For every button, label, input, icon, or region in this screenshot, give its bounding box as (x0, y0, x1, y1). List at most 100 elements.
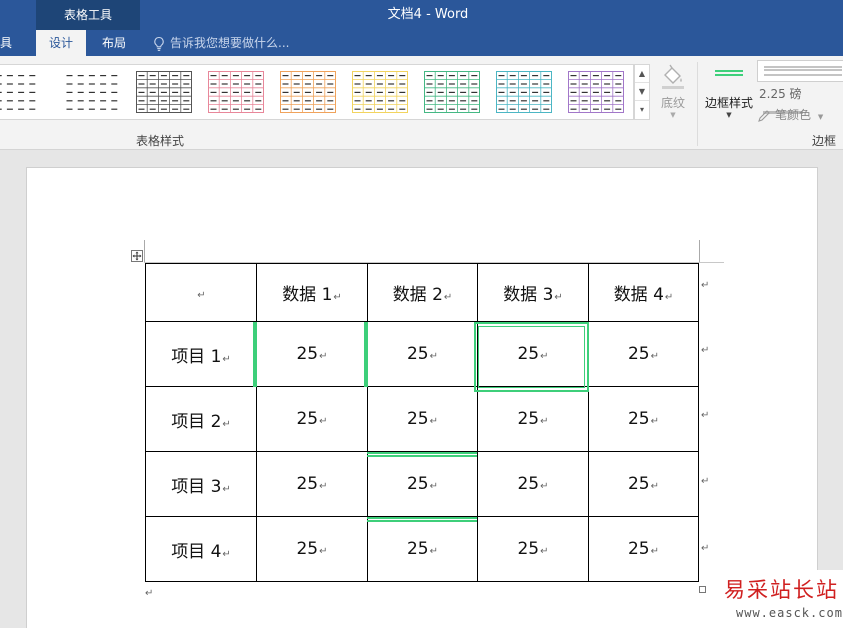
table-move-handle[interactable] (131, 250, 143, 262)
paragraph-mark: ↵ (145, 588, 154, 599)
table-cell[interactable]: 25↵ (588, 386, 699, 452)
watermark-url: www.easck.com (736, 606, 843, 620)
table-cell[interactable]: 25↵ (367, 386, 478, 452)
table-style-thumbnail-icon (208, 71, 264, 113)
table-style-option[interactable] (136, 71, 192, 113)
table-header-cell[interactable]: 数据 1↵ (256, 263, 368, 322)
document-page[interactable]: ↵ 数据 1↵ 数据 2↵ 数据 3↵ 数据 4↵ 项目 1↵ 25↵ 25↵ … (26, 167, 818, 628)
watermark-title: 易采站长站 (724, 578, 839, 602)
table-style-option[interactable] (496, 71, 552, 113)
move-arrows-icon (132, 251, 142, 261)
margin-marker (699, 240, 700, 262)
table-row: 项目 2↵ 25↵ 25↵ 25↵ 25↵ (145, 386, 699, 452)
table-cell[interactable]: 25↵ (256, 451, 368, 517)
ribbon-tab-row: 工具 设计 布局 告诉我您想要做什么... (0, 30, 843, 56)
row-end-mark: ↵ (701, 280, 710, 291)
table-tools-context-label: 表格工具 (36, 0, 140, 30)
table-cell[interactable]: 25↵ (588, 451, 699, 517)
row-end-mark: ↵ (701, 476, 710, 487)
table-style-thumbnail-icon (66, 74, 118, 110)
table-header-cell[interactable]: 数据 3↵ (477, 263, 589, 322)
green-double-border (364, 322, 368, 387)
table-cell[interactable]: 25↵ (588, 321, 699, 387)
table-cell[interactable]: 25↵ (256, 516, 368, 582)
pen-color-button[interactable]: 笔颜色 ▼ (757, 106, 843, 124)
chevron-down-icon: ▼ (726, 111, 732, 119)
table-header-cell[interactable]: ↵ (145, 263, 257, 322)
tab-tools-partial[interactable]: 工具 (0, 30, 24, 56)
table-cell[interactable]: 25↵ (256, 321, 368, 387)
pen-color-label: 笔颜色 (775, 108, 812, 122)
tab-design[interactable]: 设计 (36, 30, 86, 56)
border-line-icon (715, 70, 743, 76)
table-styles-gallery (0, 64, 634, 120)
table-cell[interactable]: 25↵ (477, 386, 589, 452)
table-cell[interactable]: 项目 3↵ (145, 451, 257, 517)
chevron-down-icon: ▼ (670, 111, 676, 119)
table-row: 项目 4↵ 25↵ 25↵ 25↵ 25↵ (145, 516, 699, 582)
borders-group-label: 边框 (812, 134, 837, 148)
table-cell[interactable]: 25↵ (367, 516, 478, 582)
gallery-more-button[interactable]: ▾ (635, 101, 649, 119)
border-styles-button[interactable]: 边框样式 ▼ (700, 60, 758, 128)
chevron-down-icon: ▼ (817, 113, 824, 121)
table-cell[interactable]: 项目 1↵ (145, 321, 257, 387)
table-resize-handle[interactable] (699, 586, 706, 593)
table-header-cell[interactable]: 数据 4↵ (588, 263, 699, 322)
table-style-option[interactable] (64, 71, 120, 113)
table-row: 项目 1↵ 25↵ 25↵ 25↵ 25↵ (145, 321, 699, 387)
table-style-option[interactable] (208, 71, 264, 113)
green-double-border-inner (478, 326, 585, 388)
line-weight-dropdown[interactable]: 2.25 磅 (757, 85, 843, 114)
shading-button[interactable]: 底纹 ▼ (652, 60, 694, 128)
table-style-thumbnail-icon (0, 74, 36, 110)
margin-marker (144, 240, 145, 262)
line-style-dropdown[interactable] (757, 60, 843, 82)
row-end-mark: ↵ (701, 410, 710, 421)
table-cell[interactable]: 25↵ (588, 516, 699, 582)
table-style-thumbnail-icon (496, 71, 552, 113)
data-table[interactable]: ↵ 数据 1↵ 数据 2↵ 数据 3↵ 数据 4↵ 项目 1↵ 25↵ 25↵ … (145, 263, 699, 582)
gallery-up-button[interactable]: ▲ (635, 65, 649, 83)
table-cell[interactable]: 项目 4↵ (145, 516, 257, 582)
ribbon: ▲ ▼ ▾ 表格样式 底纹 ▼ 边框样式 ▼ 2.25 磅 笔颜色 ▼ 边框 (0, 56, 843, 150)
table-style-thumbnail-icon (352, 71, 408, 113)
tell-me-placeholder: 告诉我您想要做什么... (170, 36, 290, 50)
gallery-scroll-controls: ▲ ▼ ▾ (634, 64, 650, 120)
table-style-option[interactable] (0, 71, 38, 113)
paint-bucket-icon (662, 64, 684, 89)
border-styles-label: 边框样式 (704, 96, 753, 110)
table-style-option[interactable] (280, 71, 336, 113)
row-end-mark: ↵ (701, 345, 710, 356)
line-weight-value: 2.25 磅 (759, 87, 802, 101)
green-double-border (253, 322, 257, 387)
table-style-thumbnail-icon (136, 71, 192, 113)
row-end-mark: ↵ (701, 543, 710, 554)
table-style-option[interactable] (352, 71, 408, 113)
table-cell[interactable]: 25↵ (256, 386, 368, 452)
pen-icon (758, 109, 770, 122)
line-style-preview-icon (764, 66, 842, 76)
table-styles-group-label: 表格样式 (135, 134, 184, 148)
table-cell[interactable]: 25↵ (477, 516, 589, 582)
table-style-option[interactable] (424, 71, 480, 113)
tell-me-search[interactable]: 告诉我您想要做什么... (152, 30, 289, 56)
table-header-row: ↵ 数据 1↵ 数据 2↵ 数据 3↵ 数据 4↵ (145, 263, 699, 322)
table-style-thumbnail-icon (568, 71, 624, 113)
table-cell[interactable]: 项目 2↵ (145, 386, 257, 452)
shading-label: 底纹 (660, 96, 685, 110)
window-title: 文档4 - Word (387, 7, 469, 22)
table-style-thumbnail-icon (424, 71, 480, 113)
table-cell[interactable]: 25↵ (477, 451, 589, 517)
table-style-option[interactable] (568, 71, 624, 113)
title-bar: 表格工具 文档4 - Word (0, 0, 843, 30)
tab-layout[interactable]: 布局 (90, 30, 138, 56)
green-double-border (367, 452, 477, 457)
table-style-thumbnail-icon (280, 71, 336, 113)
ribbon-separator (697, 62, 698, 146)
gallery-down-button[interactable]: ▼ (635, 83, 649, 101)
table-cell[interactable]: 25↵ (367, 321, 478, 387)
table-cell[interactable]: 25↵ (367, 451, 478, 517)
table-header-cell[interactable]: 数据 2↵ (367, 263, 478, 322)
document-canvas: ↵ 数据 1↵ 数据 2↵ 数据 3↵ 数据 4↵ 项目 1↵ 25↵ 25↵ … (0, 151, 843, 628)
